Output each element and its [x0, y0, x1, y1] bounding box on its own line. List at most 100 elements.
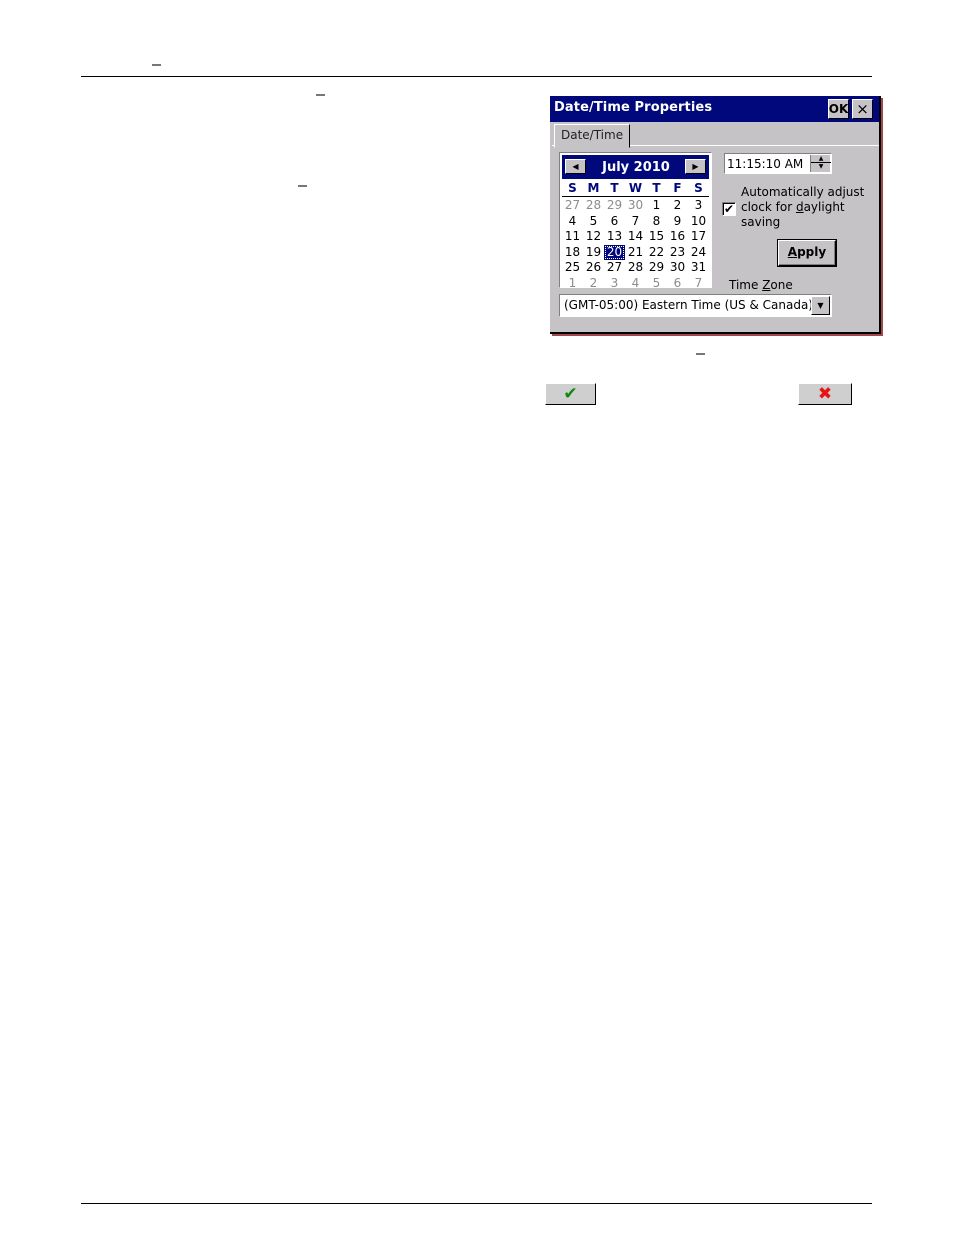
weekday-header: T — [652, 181, 661, 195]
calendar-day[interactable]: 14 — [625, 229, 646, 245]
calendar-day[interactable]: 22 — [646, 245, 667, 261]
accelerator-key: A — [787, 245, 798, 259]
dropdown-button[interactable]: ▼ — [811, 296, 830, 315]
calendar-day[interactable]: 4 — [625, 276, 646, 287]
x-icon: ✖ — [817, 384, 833, 404]
calendar-day[interactable]: 25 — [562, 260, 583, 276]
calendar-week-row: 27 28 29 30 1 2 3 — [562, 198, 709, 214]
calendar-day[interactable]: 5 — [583, 214, 604, 230]
month-calendar: ◀ July 2010 ▶ SMTWTFS 27 28 29 30 1 2 3 4 5 6 7 8 9 1… — [559, 152, 712, 288]
label-part: one — [770, 278, 793, 292]
calendar-day[interactable]: 4 — [562, 214, 583, 230]
calendar-day[interactable]: 29 — [646, 260, 667, 276]
calendar-day[interactable]: 1 — [646, 198, 667, 214]
time-zone-select[interactable]: (GMT-05:00) Eastern Time (US & Canada) ▼ — [559, 294, 832, 317]
calendar-month-label[interactable]: July 2010 — [590, 160, 682, 175]
time-input[interactable] — [727, 155, 807, 172]
cancel-x-button[interactable]: ✖ — [798, 383, 852, 405]
calendar-day[interactable]: 17 — [688, 229, 709, 245]
text-dash — [316, 94, 325, 96]
label-line: clock for daylight — [741, 200, 871, 215]
caption-dash — [696, 353, 705, 355]
time-zone-value: (GMT-05:00) Eastern Time (US & Canada) — [564, 298, 813, 312]
calendar-day[interactable]: 10 — [688, 214, 709, 230]
calendar-day[interactable]: 8 — [646, 214, 667, 230]
calendar-day[interactable]: 12 — [583, 229, 604, 245]
right-arrow-icon: ▶ — [692, 162, 699, 171]
button-label: pply — [797, 245, 827, 259]
calendar-week-row: 4 5 6 7 8 9 10 — [562, 214, 709, 230]
daylight-saving-label: Automatically adjust clock for daylight … — [741, 185, 871, 230]
calendar-day[interactable]: 7 — [688, 276, 709, 287]
calendar-day[interactable]: 24 — [688, 245, 709, 261]
calendar-week-row: 11 12 13 14 15 16 17 — [562, 229, 709, 245]
header-rule — [81, 76, 872, 77]
footer-rule — [81, 1203, 872, 1204]
calendar-day[interactable]: 21 — [625, 245, 646, 261]
weekday-header: S — [568, 181, 577, 195]
calendar-day[interactable]: 16 — [667, 229, 688, 245]
next-month-button[interactable]: ▶ — [685, 159, 706, 174]
calendar-day[interactable]: 18 — [562, 245, 583, 261]
accelerator-key: d — [795, 200, 804, 214]
calendar-day[interactable]: 3 — [688, 198, 709, 214]
weekday-headers: SMTWTFS — [562, 181, 709, 197]
tab-date-time[interactable]: Date/Time — [554, 124, 631, 148]
prev-month-button[interactable]: ◀ — [565, 159, 586, 174]
close-button[interactable]: × — [852, 99, 873, 119]
calendar-day[interactable]: 28 — [625, 260, 646, 276]
calendar-day-selected[interactable]: 20 — [604, 244, 625, 261]
calendar-day[interactable]: 29 — [604, 198, 625, 214]
header-dash — [152, 64, 161, 66]
tab-strip: Date/Time — [552, 122, 879, 148]
weekday-header: M — [587, 181, 600, 195]
calendar-day[interactable]: 13 — [604, 229, 625, 245]
calendar-day[interactable]: 6 — [604, 214, 625, 230]
label-part: Time — [729, 278, 763, 292]
calendar-day[interactable]: 2 — [583, 276, 604, 287]
ok-checkmark-button[interactable]: ✔ — [545, 383, 596, 405]
calendar-day[interactable]: 6 — [667, 276, 688, 287]
calendar-day[interactable]: 31 — [688, 260, 709, 276]
calendar-day[interactable]: 1 — [562, 276, 583, 287]
calendar-day[interactable]: 27 — [562, 198, 583, 214]
calendar-day[interactable]: 26 — [583, 260, 604, 276]
weekday-header: S — [694, 181, 703, 195]
label-line: Automatically adjust — [741, 185, 865, 199]
weekday-header: W — [628, 181, 643, 195]
time-zone-label: Time Zone — [729, 278, 793, 292]
calendar-day[interactable]: 2 — [667, 198, 688, 214]
checkmark-icon: ✔ — [723, 202, 735, 216]
ok-button[interactable]: OK — [828, 99, 849, 119]
left-arrow-icon: ◀ — [572, 162, 579, 171]
calendar-day[interactable]: 27 — [604, 260, 625, 276]
calendar-day[interactable]: 7 — [625, 214, 646, 230]
calendar-day[interactable]: 23 — [667, 245, 688, 261]
calendar-day[interactable]: 5 — [646, 276, 667, 287]
calendar-day[interactable]: 30 — [625, 198, 646, 214]
dialog-title: Date/Time Properties — [554, 100, 713, 115]
label-part: aylight — [803, 200, 845, 214]
dialog-titlebar: Date/Time Properties OK × — [550, 96, 879, 122]
chevron-down-icon: ▼ — [817, 301, 824, 310]
calendar-week-row: 1234567 — [562, 276, 709, 287]
label-line: saving — [741, 215, 781, 229]
calendar-day[interactable]: 15 — [646, 229, 667, 245]
checkmark-icon: ✔ — [563, 384, 578, 404]
calendar-week-row: 25 26 27 28 29 30 31 — [562, 260, 709, 276]
calendar-header: ◀ July 2010 ▶ — [562, 155, 709, 179]
close-icon: × — [856, 100, 869, 118]
weekday-header: F — [673, 181, 682, 195]
time-spinner: ▲ ▼ — [810, 155, 831, 172]
calendar-day[interactable]: 11 — [562, 229, 583, 245]
calendar-day[interactable]: 28 — [583, 198, 604, 214]
spin-up-button[interactable]: ▲ — [811, 155, 831, 163]
daylight-saving-checkbox[interactable]: ✔ — [722, 202, 736, 216]
weekday-header: T — [610, 181, 619, 195]
calendar-day[interactable]: 30 — [667, 260, 688, 276]
calendar-day[interactable]: 9 — [667, 214, 688, 230]
calendar-day[interactable]: 3 — [604, 276, 625, 287]
spin-down-button[interactable]: ▼ — [811, 163, 831, 171]
calendar-day[interactable]: 19 — [583, 245, 604, 261]
apply-button[interactable]: Apply — [777, 239, 837, 267]
